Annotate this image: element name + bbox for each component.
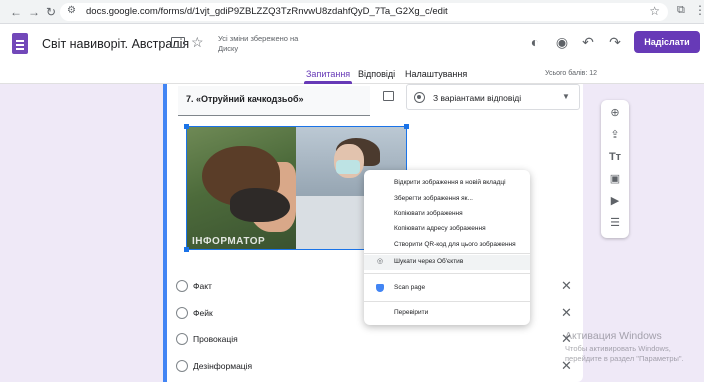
option-label[interactable]: Провокація (193, 334, 238, 344)
context-menu: Відкрити зображення в новій вкладці Збер… (364, 170, 530, 325)
add-image-icon[interactable]: ▣ (608, 172, 622, 186)
site-info-icon[interactable]: ⚙ (67, 5, 76, 16)
menu-item-label: Зберегти зображення як... (394, 195, 473, 202)
reload-icon[interactable]: ↻ (43, 4, 59, 20)
menu-item-open-image[interactable]: Відкрити зображення в новій вкладці (364, 176, 530, 191)
tab-settings[interactable]: Налаштування (405, 69, 467, 79)
remove-option-icon[interactable]: ✕ (561, 305, 572, 321)
shield-icon (376, 284, 384, 292)
browser-menu-icon[interactable]: ⋮ (694, 3, 704, 17)
menu-item-inspect[interactable]: Перевірити (364, 306, 530, 321)
forms-header: Світ навиворіт. Австралія ☆ Усі зміни зб… (0, 24, 704, 84)
question-type-select[interactable]: З варіантами відповіді ▼ (406, 84, 580, 110)
radio-button-icon (414, 92, 425, 103)
menu-item-label: Scan page (394, 284, 426, 291)
redo-icon[interactable]: ↷ (606, 34, 624, 51)
menu-item-label: Відкрити зображення в новій вкладці (394, 179, 506, 186)
lens-icon: ◎ (376, 258, 384, 265)
forward-arrow-icon[interactable]: → (26, 4, 42, 20)
menu-item-copy-image[interactable]: Копіювати зображення (364, 207, 530, 222)
total-score: Усього балів: 12 (545, 70, 598, 77)
add-video-icon[interactable]: ▶ (608, 194, 622, 208)
address-bar[interactable]: ⚙ docs.google.com/forms/d/1vjt_gdiP9ZBLZ… (60, 3, 668, 21)
remove-option-icon[interactable]: ✕ (561, 278, 572, 294)
option-label[interactable]: Фейк (193, 308, 213, 318)
question-title: 7. «Отруйний качкодзьоб» (186, 94, 304, 104)
menu-item-label: Копіювати адресу зображення (394, 225, 486, 232)
preview-eye-icon[interactable]: ◉ (553, 34, 571, 51)
forms-logo-icon[interactable] (12, 33, 28, 54)
menu-item-create-qr[interactable]: Створити QR-код для цього зображення (364, 238, 530, 253)
form-title[interactable]: Світ навиворіт. Австралія (42, 37, 189, 51)
windows-activation-title: Активация Windows (565, 330, 662, 342)
save-status: Усі зміни збережено на Диску (218, 34, 299, 53)
active-card-accent (163, 84, 167, 382)
palette-icon[interactable]: ◐ (526, 34, 544, 50)
option-radio-icon (176, 307, 188, 319)
menu-item-save-image[interactable]: Зберегти зображення як... (364, 192, 530, 207)
import-questions-icon[interactable]: ⇪ (608, 128, 622, 142)
browser-toolbar: ← → ↻ ⚙ docs.google.com/forms/d/1vjt_gdi… (0, 0, 704, 24)
menu-item-copy-image-address[interactable]: Копіювати адресу зображення (364, 222, 530, 237)
menu-divider (364, 301, 530, 302)
tab-responses[interactable]: Відповіді (358, 69, 395, 79)
menu-item-label: Створити QR-код для цього зображення (394, 241, 516, 248)
option-label[interactable]: Факт (193, 281, 212, 291)
back-arrow-icon[interactable]: ← (8, 4, 24, 20)
menu-divider (364, 273, 530, 274)
windows-activation-subtitle: Чтобы активировать Windows, перейдите в … (565, 344, 684, 363)
question-title-field[interactable]: 7. «Отруйний качкодзьоб» (178, 86, 370, 116)
menu-divider (364, 253, 530, 254)
add-question-icon[interactable]: ⊕ (608, 106, 622, 120)
add-section-icon[interactable]: ☰ (608, 216, 622, 230)
resize-handle[interactable] (184, 124, 189, 129)
question-type-label: З варіантами відповіді (433, 93, 522, 103)
send-button[interactable]: Надіслати (634, 31, 700, 53)
add-title-icon[interactable]: Tт (608, 150, 622, 164)
add-image-icon[interactable] (383, 91, 394, 101)
option-label[interactable]: Дезінформація (193, 361, 252, 371)
url-text: docs.google.com/forms/d/1vjt_gdiP9ZBLZZQ… (86, 6, 448, 17)
menu-item-label: Шукати через Об'єктив (394, 258, 464, 265)
menu-item-search-lens[interactable]: ◎ Шукати через Об'єктив (364, 255, 530, 270)
folder-icon[interactable] (171, 37, 185, 48)
option-radio-icon (176, 360, 188, 372)
option-radio-icon (176, 280, 188, 292)
option-radio-icon (176, 333, 188, 345)
undo-icon[interactable]: ↶ (579, 34, 597, 51)
resize-handle[interactable] (184, 247, 189, 252)
menu-item-scan-page[interactable]: Scan page (364, 281, 530, 296)
bookmark-star-icon[interactable]: ☆ (649, 4, 660, 18)
menu-item-label: Перевірити (394, 309, 429, 316)
resize-handle[interactable] (404, 124, 409, 129)
tab-questions[interactable]: Запитання (306, 69, 350, 79)
floating-toolbar: ⊕ ⇪ Tт ▣ ▶ ☰ (601, 100, 629, 238)
star-icon[interactable]: ☆ (191, 34, 204, 51)
dropdown-caret-icon: ▼ (562, 92, 570, 101)
extensions-icon[interactable]: ⧉ (677, 4, 685, 17)
menu-item-label: Копіювати зображення (394, 210, 463, 217)
